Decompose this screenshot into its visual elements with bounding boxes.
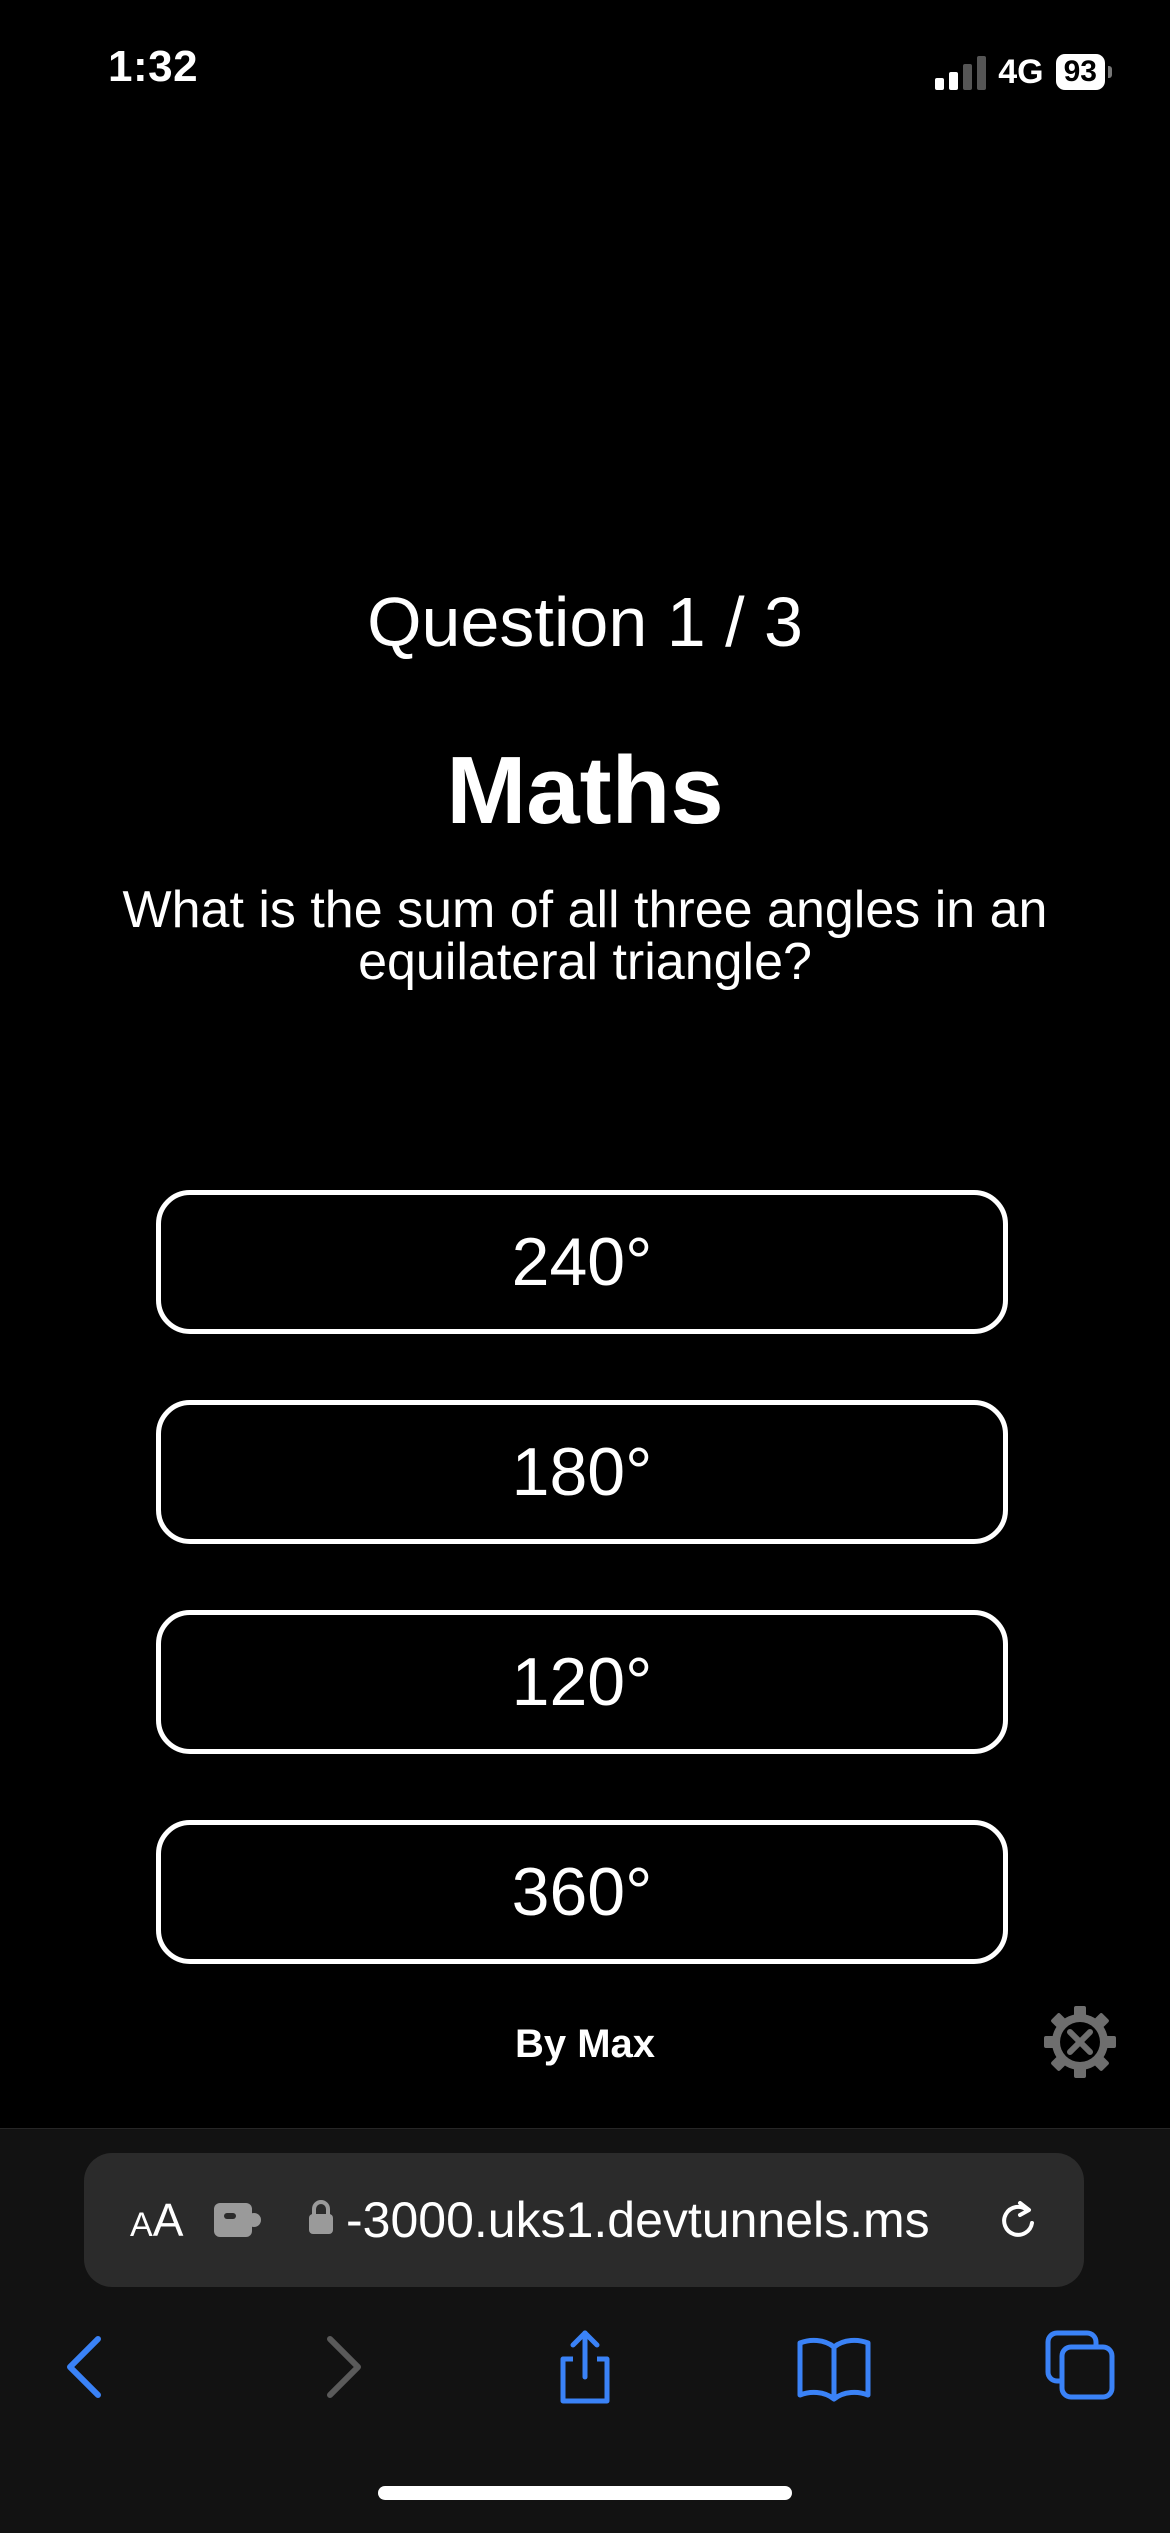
tabs-icon[interactable] bbox=[1040, 2325, 1124, 2409]
text-size-small-label: A bbox=[130, 2206, 153, 2244]
signal-icon bbox=[935, 54, 987, 90]
answer-button[interactable]: 360° bbox=[156, 1820, 1008, 1964]
address-bar[interactable]: AA -3000.uks1.devtunnels.ms bbox=[84, 2153, 1084, 2287]
battery-level: 93 bbox=[1055, 54, 1105, 90]
text-size-button[interactable]: AA bbox=[130, 2193, 183, 2247]
book-icon[interactable] bbox=[792, 2325, 876, 2409]
home-indicator[interactable] bbox=[378, 2486, 792, 2500]
status-time: 1:32 bbox=[108, 42, 199, 91]
reload-icon[interactable] bbox=[994, 2195, 1044, 2245]
answer-button[interactable]: 180° bbox=[156, 1400, 1008, 1544]
subject-title: Maths bbox=[446, 737, 724, 844]
share-icon[interactable] bbox=[543, 2325, 627, 2409]
question-counter: Question 1 / 3 bbox=[367, 583, 803, 661]
puzzle-icon[interactable] bbox=[214, 2199, 264, 2239]
lock-icon bbox=[306, 2197, 336, 2237]
gear-tools-icon[interactable] bbox=[1040, 2002, 1120, 2082]
answer-list: 240° 180° 120° 360° bbox=[156, 1190, 1008, 2030]
chevron-right-icon[interactable] bbox=[298, 2325, 382, 2409]
status-indicators: 4G 93 bbox=[935, 50, 1112, 94]
answer-button[interactable]: 120° bbox=[156, 1610, 1008, 1754]
battery-icon: 93 bbox=[1055, 54, 1112, 90]
question-text: What is the sum of all three angles in a… bbox=[122, 881, 1048, 991]
chevron-left-icon[interactable] bbox=[46, 2325, 130, 2409]
url-text: -3000.uks1.devtunnels.ms bbox=[346, 2192, 930, 2248]
text-size-large-label: A bbox=[152, 2194, 184, 2246]
browser-chrome: AA -3000.uks1.devtunnels.ms bbox=[0, 2128, 1170, 2533]
network-type: 4G bbox=[998, 52, 1044, 91]
answer-button[interactable]: 240° bbox=[156, 1190, 1008, 1334]
author-credit: By Max bbox=[514, 2022, 656, 2066]
